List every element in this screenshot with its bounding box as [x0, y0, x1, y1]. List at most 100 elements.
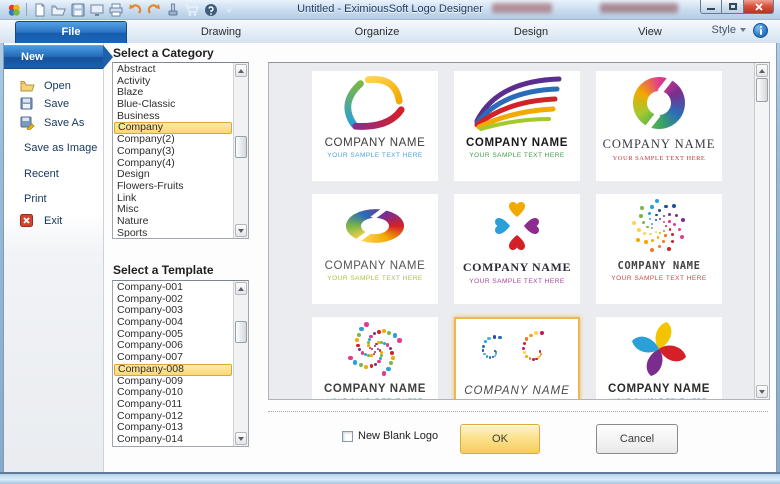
- chevron-down-icon: [740, 28, 746, 32]
- help-icon[interactable]: [203, 2, 218, 17]
- file-menu-item-save-as-image[interactable]: Save as Image: [4, 137, 103, 158]
- template-item[interactable]: Company-014: [114, 434, 232, 445]
- template-item[interactable]: Company-001: [114, 282, 232, 294]
- heart-clover-logo: [454, 194, 580, 258]
- file-menu-item-exit[interactable]: Exit: [4, 210, 103, 231]
- preview-scrollbar[interactable]: [754, 63, 769, 399]
- save-icon: [20, 96, 35, 111]
- template-card[interactable]: COMPANY NAME YOUR SAMPLE TEXT HERE: [596, 71, 722, 181]
- file-menu-item-recent[interactable]: Recent: [4, 163, 103, 184]
- logo-company-name: COMPANY NAME: [325, 260, 426, 272]
- petal-pinwheel-logo: [596, 317, 722, 381]
- dot-pinwheel-logo: [596, 194, 722, 258]
- file-menu-item-print[interactable]: Print: [4, 188, 103, 209]
- template-card[interactable]: COMPANY NAME YOUR SAMPLE TEXT HERE: [454, 194, 580, 304]
- save-icon[interactable]: [70, 2, 85, 17]
- open-folder-icon[interactable]: [51, 2, 66, 17]
- close-button[interactable]: [744, 0, 774, 14]
- template-card-selected[interactable]: COMPANY NAME YOUR SAMPLE TEXT HERE: [454, 317, 580, 400]
- triangle-swoosh-logo: [312, 71, 438, 135]
- menu-item-label: Recent: [24, 168, 59, 180]
- scroll-down-button[interactable]: [756, 385, 768, 398]
- template-scrollbar[interactable]: [233, 281, 248, 446]
- category-scrollbar[interactable]: [233, 63, 248, 238]
- exit-icon: [20, 213, 35, 228]
- file-menu-item-new[interactable]: New: [4, 45, 103, 69]
- scrollbar-thumb[interactable]: [756, 78, 768, 102]
- redo-icon[interactable]: [146, 2, 161, 17]
- logo-company-name: COMPANY NAME: [325, 137, 426, 149]
- template-card[interactable]: COMPANY NAME YOUR SAMPLE TEXT HERE: [312, 71, 438, 181]
- logo-company-name: COMPANY NAME: [617, 260, 700, 272]
- dot-spiral-logo: [312, 317, 438, 381]
- category-item[interactable]: Sports: [114, 228, 232, 237]
- category-item[interactable]: Nature: [114, 216, 232, 228]
- template-card[interactable]: COMPANY NAME YOUR SAMPLE TEXT HERE: [312, 317, 438, 400]
- category-section-title: Select a Category: [113, 46, 214, 60]
- template-card[interactable]: COMPANY NAME YOUR SAMPLE TEXT HERE: [596, 317, 722, 400]
- category-item[interactable]: Abstract: [114, 64, 232, 76]
- print-icon[interactable]: [108, 2, 123, 17]
- scroll-down-button[interactable]: [235, 432, 247, 445]
- menu-item-label: Save As: [44, 117, 84, 129]
- save-as-icon: [20, 115, 35, 130]
- scroll-up-button[interactable]: [235, 64, 247, 77]
- style-menu-label: Style: [712, 24, 736, 36]
- style-menu[interactable]: Style: [712, 24, 746, 36]
- scrollbar-thumb[interactable]: [235, 136, 247, 158]
- scrollbar-thumb[interactable]: [235, 321, 247, 343]
- template-item-selected[interactable]: Company-008: [114, 364, 232, 376]
- tab-view[interactable]: View: [587, 21, 713, 43]
- new-document-icon[interactable]: [32, 2, 47, 17]
- category-item[interactable]: Blue-Classic: [114, 99, 232, 111]
- logo-sample-text: YOUR SAMPLE TEXT HERE: [469, 278, 565, 285]
- category-item[interactable]: Company(3): [114, 146, 232, 158]
- info-icon[interactable]: [753, 23, 768, 38]
- logo-sample-text: YOUR SAMPLE TEXT HERE: [613, 155, 706, 162]
- tab-design[interactable]: Design: [468, 21, 594, 43]
- template-card[interactable]: COMPANY NAME YOUR SAMPLE TEXT HERE: [312, 194, 438, 304]
- shopping-cart-icon[interactable]: [184, 2, 199, 17]
- scroll-up-button[interactable]: [756, 64, 768, 77]
- template-card[interactable]: COMPANY NAME YOUR SAMPLE TEXT HERE: [596, 194, 722, 304]
- ok-button[interactable]: OK: [460, 424, 540, 454]
- tab-organize[interactable]: Organize: [314, 21, 440, 43]
- new-blank-logo-label: New Blank Logo: [358, 430, 438, 442]
- minimize-button[interactable]: [700, 0, 722, 14]
- logo-sample-text: YOUR SAMPLE TEXT HERE: [327, 398, 423, 400]
- footer-separator: [268, 411, 768, 412]
- scroll-up-button[interactable]: [235, 282, 247, 295]
- logo-company-name: COMPANY NAME: [603, 137, 716, 152]
- template-card[interactable]: COMPANY NAME YOUR SAMPLE TEXT HERE: [454, 71, 580, 181]
- template-item[interactable]: Company-011: [114, 399, 232, 411]
- window-border-bottom: [0, 472, 780, 484]
- app-logo-icon[interactable]: [6, 2, 21, 17]
- template-section-title: Select a Template: [113, 263, 214, 277]
- category-listbox: AbstractActivityBlazeBlue-ClassicBusines…: [112, 62, 249, 239]
- tab-drawing[interactable]: Drawing: [158, 21, 284, 43]
- file-menu-item-save[interactable]: Save: [4, 93, 103, 114]
- app-window: Untitled - EximiousSoft Logo Designer Fi…: [0, 0, 780, 484]
- template-item[interactable]: Company-004: [114, 317, 232, 329]
- logo-company-name: COMPANY NAME: [324, 383, 426, 395]
- export-image-icon[interactable]: [89, 2, 104, 17]
- file-menu-item-save-as[interactable]: Save As: [4, 112, 103, 133]
- maximize-button[interactable]: [722, 0, 744, 14]
- cancel-button[interactable]: Cancel: [596, 424, 678, 454]
- color-tool-icon[interactable]: [165, 2, 180, 17]
- category-item[interactable]: Flowers-Fruits: [114, 181, 232, 193]
- tab-file[interactable]: File: [15, 21, 127, 43]
- file-menu-pane: New Open Save Save As Save as Image Rece…: [4, 43, 104, 472]
- scroll-down-button[interactable]: [235, 224, 247, 237]
- new-blank-logo-checkbox[interactable]: [342, 431, 353, 442]
- twin-dot-spirals-logo: [456, 319, 578, 383]
- logo-sample-text: YOUR SAMPLE TEXT HERE: [611, 275, 707, 282]
- menu-item-label: Exit: [44, 215, 62, 227]
- undo-icon[interactable]: [127, 2, 142, 17]
- template-listbox: Company-001Company-002Company-003Company…: [112, 280, 249, 447]
- title-bar[interactable]: Untitled - EximiousSoft Logo Designer: [0, 0, 780, 20]
- window-controls: [700, 0, 774, 14]
- logo-company-name: COMPANY NAME: [463, 260, 571, 275]
- quick-access-toolbar: [6, 2, 237, 17]
- more-commands-icon[interactable]: [222, 2, 237, 17]
